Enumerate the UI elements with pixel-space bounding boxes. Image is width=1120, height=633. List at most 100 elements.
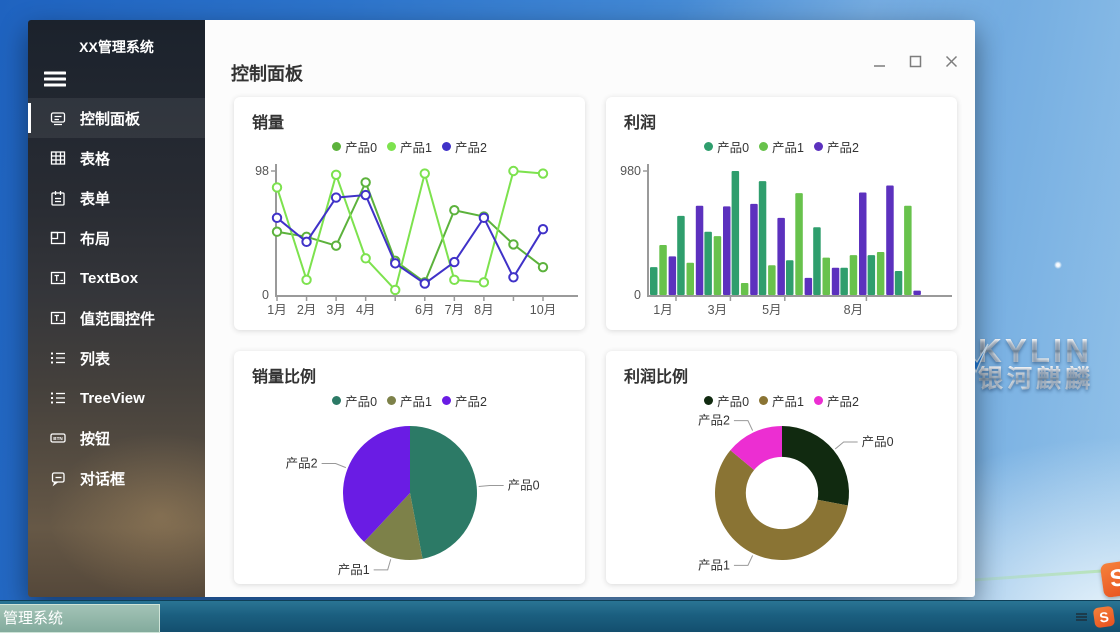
taskbar-app-button[interactable]: 管理系统 <box>0 604 160 633</box>
tray-sogou-letter: S <box>1098 608 1109 625</box>
desktop-sogou-icon[interactable]: S <box>1100 560 1120 598</box>
sidebar-item-7[interactable]: TreeView <box>28 378 205 418</box>
legend-label: 产品2 <box>827 137 859 156</box>
pie-slice-label: 产品0 <box>862 435 894 449</box>
legend-item[interactable]: 产品1 <box>759 391 804 410</box>
svg-text:98: 98 <box>255 164 269 178</box>
svg-text:8月: 8月 <box>474 303 493 317</box>
minimize-button[interactable] <box>867 50 891 72</box>
list-icon <box>49 389 67 407</box>
legend-item[interactable]: 产品0 <box>332 391 377 410</box>
legend-label: 产品2 <box>827 391 859 410</box>
layout-icon <box>49 229 67 247</box>
sidebar-item-6[interactable]: 列表 <box>28 338 205 378</box>
legend-label: 产品0 <box>717 137 749 156</box>
close-icon <box>945 55 958 68</box>
profit-ratio-card: 利润比例产品0产品1产品2产品0产品1产品2 <box>606 351 957 584</box>
legend-dot-icon <box>442 396 451 405</box>
svg-text:3月: 3月 <box>326 303 345 317</box>
maximize-button[interactable] <box>903 50 927 72</box>
legend-label: 产品1 <box>772 137 804 156</box>
svg-text:980: 980 <box>620 164 641 178</box>
legend-dot-icon <box>387 142 396 151</box>
legend-item[interactable]: 产品0 <box>704 137 749 156</box>
svg-text:3月: 3月 <box>708 303 727 317</box>
sidebar-item-label: 表格 <box>80 148 110 169</box>
legend-dot-icon <box>704 142 713 151</box>
pie-slice-label: 产品2 <box>286 457 318 471</box>
sidebar-item-label: 值范围控件 <box>80 308 155 329</box>
sidebar-item-8[interactable]: BTN 按钮 <box>28 418 205 458</box>
sidebar-item-2[interactable]: 表单 <box>28 178 205 218</box>
form-icon <box>49 189 67 207</box>
legend-item[interactable]: 产品2 <box>814 137 859 156</box>
sales-legend: 产品0 产品1 产品2 <box>234 137 585 155</box>
page-title: 控制面板 <box>231 60 303 86</box>
legend-item[interactable]: 产品0 <box>704 391 749 410</box>
sidebar-item-label: 按钮 <box>80 428 110 449</box>
sidebar: XX管理系统 控制面板表格表单布局 TextBox 值范围控件列表 TreeView B… <box>28 20 205 597</box>
textbox-icon <box>49 269 67 287</box>
legend-dot-icon <box>759 142 768 151</box>
sales-ratio-card-title: 销量比例 <box>252 363 316 387</box>
legend-item[interactable]: 产品1 <box>387 391 432 410</box>
legend-dot-icon <box>442 142 451 151</box>
legend-dot-icon <box>759 396 768 405</box>
sidebar-item-label: 对话框 <box>80 468 125 489</box>
legend-item[interactable]: 产品1 <box>759 137 804 156</box>
dashboard-icon <box>49 109 67 127</box>
profit-card-title: 利润 <box>624 109 656 133</box>
sales-card: 销量产品0产品1产品29801月2月3月4月6月7月8月10月 <box>234 97 585 330</box>
legend-dot-icon <box>332 396 341 405</box>
sidebar-item-4[interactable]: TextBox <box>28 258 205 298</box>
taskbar: 管理系统 S <box>0 600 1120 632</box>
maximize-icon <box>909 55 922 68</box>
sidebar-item-label: 表单 <box>80 188 110 209</box>
legend-label: 产品2 <box>455 391 487 410</box>
app-window: XX管理系统 控制面板表格表单布局 TextBox 值范围控件列表 TreeView B… <box>28 20 975 597</box>
kylin-logo-text: KYLIN <box>978 336 1094 366</box>
sidebar-item-3[interactable]: 布局 <box>28 218 205 258</box>
table-icon <box>49 149 67 167</box>
button-icon: BTN <box>49 429 67 447</box>
taskbar-tray: S <box>1076 601 1114 633</box>
sidebar-item-0[interactable]: 控制面板 <box>28 98 205 138</box>
window-controls <box>867 50 963 72</box>
svg-text:5月: 5月 <box>762 303 781 317</box>
tray-menu-icon[interactable] <box>1076 612 1087 622</box>
sales-ratio-legend: 产品0 产品1 产品2 <box>234 391 585 409</box>
sidebar-item-9[interactable]: 对话框 <box>28 458 205 498</box>
hamburger-menu-icon[interactable] <box>44 71 68 92</box>
pie-slice-label: 产品1 <box>698 558 730 572</box>
legend-item[interactable]: 产品0 <box>332 137 377 156</box>
sales-ratio-card: 销量比例产品0产品1产品2产品0产品1产品2 <box>234 351 585 584</box>
svg-text:8月: 8月 <box>844 303 863 317</box>
tray-sogou-icon[interactable]: S <box>1093 606 1116 629</box>
legend-item[interactable]: 产品1 <box>387 137 432 156</box>
sidebar-nav: 控制面板表格表单布局 TextBox 值范围控件列表 TreeView BTN 按钮对话框 <box>28 98 205 498</box>
svg-text:0: 0 <box>634 288 641 302</box>
kylin-logo-subtext: 银河麒麟 <box>978 366 1094 392</box>
legend-label: 产品0 <box>345 137 377 156</box>
legend-item[interactable]: 产品2 <box>814 391 859 410</box>
legend-label: 产品2 <box>455 137 487 156</box>
legend-item[interactable]: 产品2 <box>442 391 487 410</box>
svg-text:1月: 1月 <box>267 303 286 317</box>
svg-text:4月: 4月 <box>356 303 375 317</box>
close-button[interactable] <box>939 50 963 72</box>
sidebar-item-5[interactable]: 值范围控件 <box>28 298 205 338</box>
sales-card-title: 销量 <box>252 109 284 133</box>
minimize-icon <box>873 55 886 68</box>
sidebar-item-label: 布局 <box>80 228 110 249</box>
sidebar-item-1[interactable]: 表格 <box>28 138 205 178</box>
dialog-icon <box>49 469 67 487</box>
kylin-logo: KYLIN 银河麒麟 <box>978 336 1094 392</box>
sogou-icon-letter: S <box>1108 564 1120 593</box>
legend-dot-icon <box>387 396 396 405</box>
sidebar-app-title: XX管理系统 <box>28 37 205 57</box>
sidebar-item-label: TreeView <box>80 390 145 407</box>
svg-text:1月: 1月 <box>653 303 672 317</box>
legend-dot-icon <box>332 142 341 151</box>
legend-dot-icon <box>814 142 823 151</box>
legend-item[interactable]: 产品2 <box>442 137 487 156</box>
